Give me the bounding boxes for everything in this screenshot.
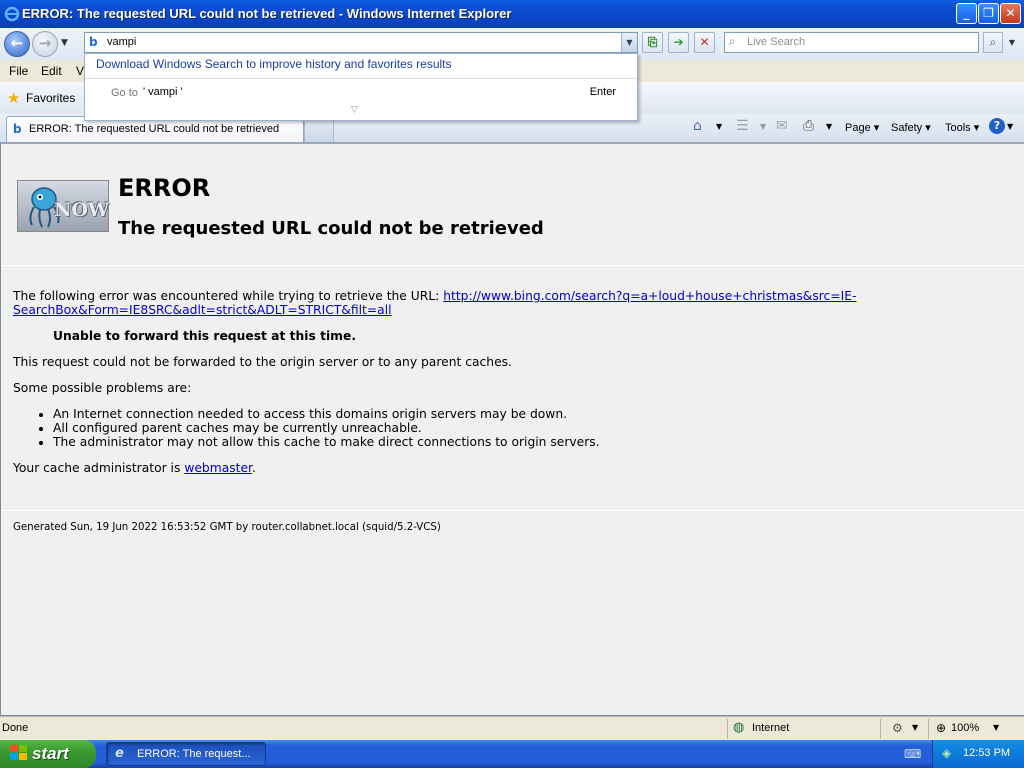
- globe-icon: ◍: [733, 720, 745, 735]
- url-continuation: SearchBox&Form=IE8SRC&adlt=strict&ADLT=S…: [13, 304, 392, 317]
- mail-icon[interactable]: ✉: [776, 118, 788, 134]
- zoom-dropdown-icon[interactable]: ▼: [993, 723, 999, 732]
- go-button[interactable]: ➔: [668, 32, 689, 53]
- divider: [1, 265, 1023, 266]
- bing-icon: b: [89, 35, 98, 49]
- webmaster-link[interactable]: webmaster: [184, 461, 252, 475]
- address-dropdown-icon[interactable]: ▼: [621, 33, 637, 52]
- error-subheading: The requested URL could not be retrieved: [118, 218, 544, 239]
- home-dropdown-icon[interactable]: ▼: [716, 122, 722, 131]
- divider: [880, 719, 881, 739]
- start-button[interactable]: start: [0, 740, 96, 768]
- feeds-dropdown-icon[interactable]: ▼: [760, 122, 766, 131]
- page-content: NOW ERROR The requested URL could not be…: [0, 142, 1024, 716]
- list-item: An Internet connection needed to access …: [53, 407, 600, 421]
- error-heading: ERROR: [118, 174, 211, 202]
- list-item: All configured parent caches may be curr…: [53, 421, 600, 435]
- favorites-star-icon[interactable]: ★: [7, 89, 20, 107]
- safety-menu[interactable]: Safety ▾: [891, 121, 931, 134]
- menu-file[interactable]: File: [9, 64, 28, 78]
- help-dropdown-icon[interactable]: ▼: [1007, 122, 1013, 131]
- enter-hint: Enter: [589, 86, 616, 98]
- divider: [727, 719, 728, 739]
- generated-footer: Generated Sun, 19 Jun 2022 16:53:52 GMT …: [13, 522, 441, 533]
- tools-menu[interactable]: Tools ▾: [945, 121, 979, 134]
- security-zone[interactable]: Internet: [752, 722, 789, 734]
- address-autocomplete-dropdown: Download Windows Search to improve histo…: [84, 53, 638, 121]
- clock[interactable]: 12:53 PM: [963, 747, 1010, 759]
- status-text: Done: [2, 722, 29, 734]
- protected-mode-dropdown-icon[interactable]: ▼: [912, 723, 918, 732]
- address-input[interactable]: vampi: [107, 36, 136, 48]
- problems-intro: Some possible problems are:: [13, 381, 192, 395]
- zoom-icon[interactable]: ⊕: [936, 721, 946, 735]
- download-windows-search-link[interactable]: Download Windows Search to improve histo…: [96, 57, 452, 71]
- divider: [85, 78, 637, 79]
- favorites-button[interactable]: Favorites: [26, 91, 75, 105]
- network-icon[interactable]: ◈: [942, 746, 951, 760]
- protected-mode-icon[interactable]: ⚙: [892, 721, 903, 735]
- system-tray: ◈ 12:53 PM: [932, 740, 1024, 768]
- window-title: ERROR: The requested URL could not be re…: [22, 6, 512, 21]
- page-menu[interactable]: Page ▾: [845, 121, 879, 134]
- intro-text: The following error was encountered whil…: [13, 289, 857, 303]
- search-options-dropdown-icon[interactable]: ▼: [1005, 32, 1019, 53]
- print-icon[interactable]: ⎙: [803, 118, 814, 134]
- help-icon[interactable]: ?: [989, 118, 1005, 134]
- tab-title: ERROR: The requested URL could not be re…: [29, 123, 280, 135]
- explanation-text: This request could not be forwarded to t…: [13, 355, 512, 369]
- error-url-link[interactable]: http://www.bing.com/search?q=a+loud+hous…: [443, 289, 856, 303]
- bing-icon: b: [13, 122, 22, 136]
- forward-button[interactable]: →: [32, 31, 58, 57]
- squid-now-logo: NOW: [17, 180, 109, 232]
- error-url-link-continued[interactable]: SearchBox&Form=IE8SRC&adlt=strict&ADLT=S…: [13, 303, 392, 317]
- goto-value[interactable]: ' vampi ': [143, 86, 183, 98]
- keyboard-icon[interactable]: ⌨: [904, 747, 921, 761]
- windows-flag-icon: [10, 745, 28, 765]
- divider: [928, 719, 929, 739]
- search-icon: ⌕: [729, 34, 736, 48]
- recent-pages-dropdown-icon[interactable]: ▼: [61, 38, 68, 48]
- feeds-icon[interactable]: ☰: [736, 118, 749, 134]
- minimize-button[interactable]: _: [956, 3, 977, 24]
- search-box[interactable]: ⌕ Live Search: [724, 32, 979, 53]
- print-dropdown-icon[interactable]: ▼: [826, 122, 832, 131]
- back-button[interactable]: ←: [4, 31, 30, 57]
- ie-logo-icon: [4, 6, 20, 22]
- stop-button[interactable]: ✕: [694, 32, 715, 53]
- taskbar: start e ERROR: The request... ⌨ ◈ 12:53 …: [0, 740, 1024, 768]
- search-input[interactable]: Live Search: [747, 36, 805, 48]
- compatibility-view-button[interactable]: ⎘: [642, 32, 663, 53]
- home-icon[interactable]: ⌂: [693, 118, 702, 134]
- title-bar[interactable]: ERROR: The requested URL could not be re…: [0, 0, 1024, 28]
- status-bar: Done ◍ Internet ⚙ ▼ ⊕ 100% ▼: [0, 716, 1024, 740]
- list-item: The administrator may not allow this cac…: [53, 435, 600, 449]
- error-reason: Unable to forward this request at this t…: [53, 329, 357, 343]
- admin-text: Your cache administrator is webmaster.: [13, 461, 256, 475]
- new-tab-button[interactable]: [304, 119, 334, 142]
- zoom-level[interactable]: 100%: [951, 722, 979, 734]
- close-button[interactable]: ✕: [1000, 3, 1021, 24]
- menu-edit[interactable]: Edit: [41, 64, 62, 78]
- search-button[interactable]: ⌕: [983, 32, 1003, 53]
- problems-list: An Internet connection needed to access …: [53, 407, 600, 449]
- restore-button[interactable]: ❐: [978, 3, 999, 24]
- ie-logo-icon: e: [115, 746, 124, 761]
- divider: [1, 510, 1023, 511]
- address-bar[interactable]: b vampi ▼: [84, 32, 638, 53]
- expand-chevron-icon[interactable]: ▽: [351, 105, 358, 115]
- goto-label[interactable]: Go to: [111, 87, 138, 99]
- taskbar-ie-window[interactable]: e ERROR: The request...: [106, 742, 266, 766]
